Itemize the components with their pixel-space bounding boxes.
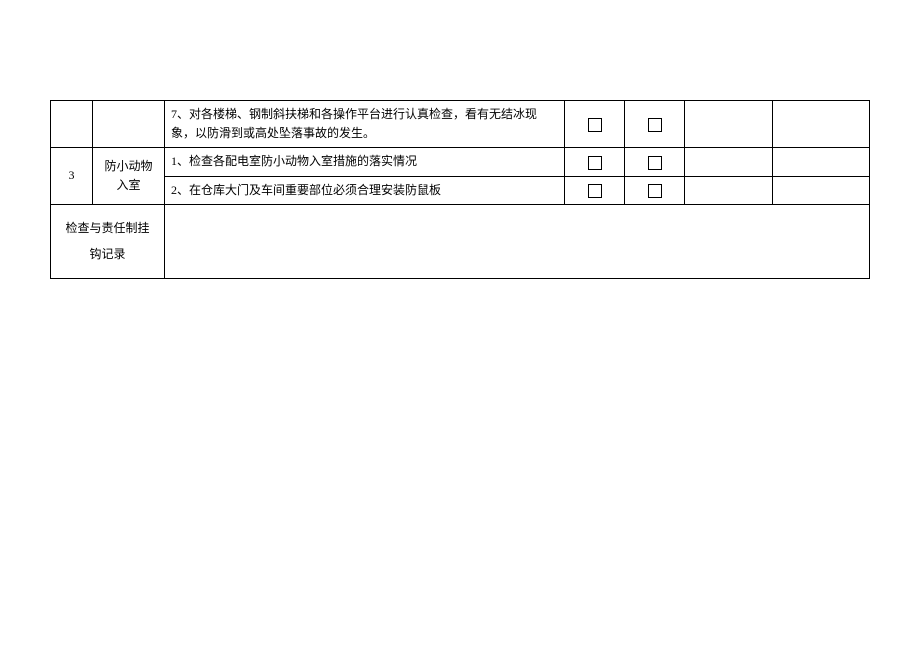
index-cell: 3 xyxy=(51,148,93,204)
document-container: 7、对各楼梯、钢制斜扶梯和各操作平台进行认真检查，看有无结冰现象，以防滑到或高处… xyxy=(0,0,920,279)
checkbox-icon[interactable] xyxy=(588,184,602,198)
table-row: 7、对各楼梯、钢制斜扶梯和各操作平台进行认真检查，看有无结冰现象，以防滑到或高处… xyxy=(51,101,870,148)
index-cell xyxy=(51,101,93,148)
inspection-table: 7、对各楼梯、钢制斜扶梯和各操作平台进行认真检查，看有无结冰现象，以防滑到或高处… xyxy=(50,100,870,279)
checkbox-cell-1 xyxy=(565,176,625,204)
table-row: 2、在仓库大门及车间重要部位必须合理安装防鼠板 xyxy=(51,176,870,204)
remark-cell-1 xyxy=(685,176,773,204)
footer-label-line1: 检查与责任制挂 xyxy=(65,221,149,235)
category-cell: 防小动物入室 xyxy=(93,148,165,204)
checkbox-cell-2 xyxy=(625,176,685,204)
remark-cell-1 xyxy=(685,148,773,176)
content-cell: 1、检查各配电室防小动物入室措施的落实情况 xyxy=(165,148,565,176)
remark-cell-2 xyxy=(773,101,870,148)
footer-row: 检查与责任制挂 钩记录 xyxy=(51,204,870,278)
checkbox-icon[interactable] xyxy=(588,156,602,170)
footer-label-cell: 检查与责任制挂 钩记录 xyxy=(51,204,165,278)
checkbox-cell-1 xyxy=(565,101,625,148)
content-cell: 2、在仓库大门及车间重要部位必须合理安装防鼠板 xyxy=(165,176,565,204)
checkbox-icon[interactable] xyxy=(648,184,662,198)
table-row: 3 防小动物入室 1、检查各配电室防小动物入室措施的落实情况 xyxy=(51,148,870,176)
remark-cell-2 xyxy=(773,176,870,204)
footer-content-cell xyxy=(165,204,870,278)
remark-cell-1 xyxy=(685,101,773,148)
footer-label-line2: 钩记录 xyxy=(89,247,125,261)
checkbox-cell-2 xyxy=(625,101,685,148)
checkbox-icon[interactable] xyxy=(648,118,662,132)
content-cell: 7、对各楼梯、钢制斜扶梯和各操作平台进行认真检查，看有无结冰现象，以防滑到或高处… xyxy=(165,101,565,148)
checkbox-cell-2 xyxy=(625,148,685,176)
checkbox-icon[interactable] xyxy=(648,156,662,170)
category-cell xyxy=(93,101,165,148)
checkbox-icon[interactable] xyxy=(588,118,602,132)
remark-cell-2 xyxy=(773,148,870,176)
checkbox-cell-1 xyxy=(565,148,625,176)
